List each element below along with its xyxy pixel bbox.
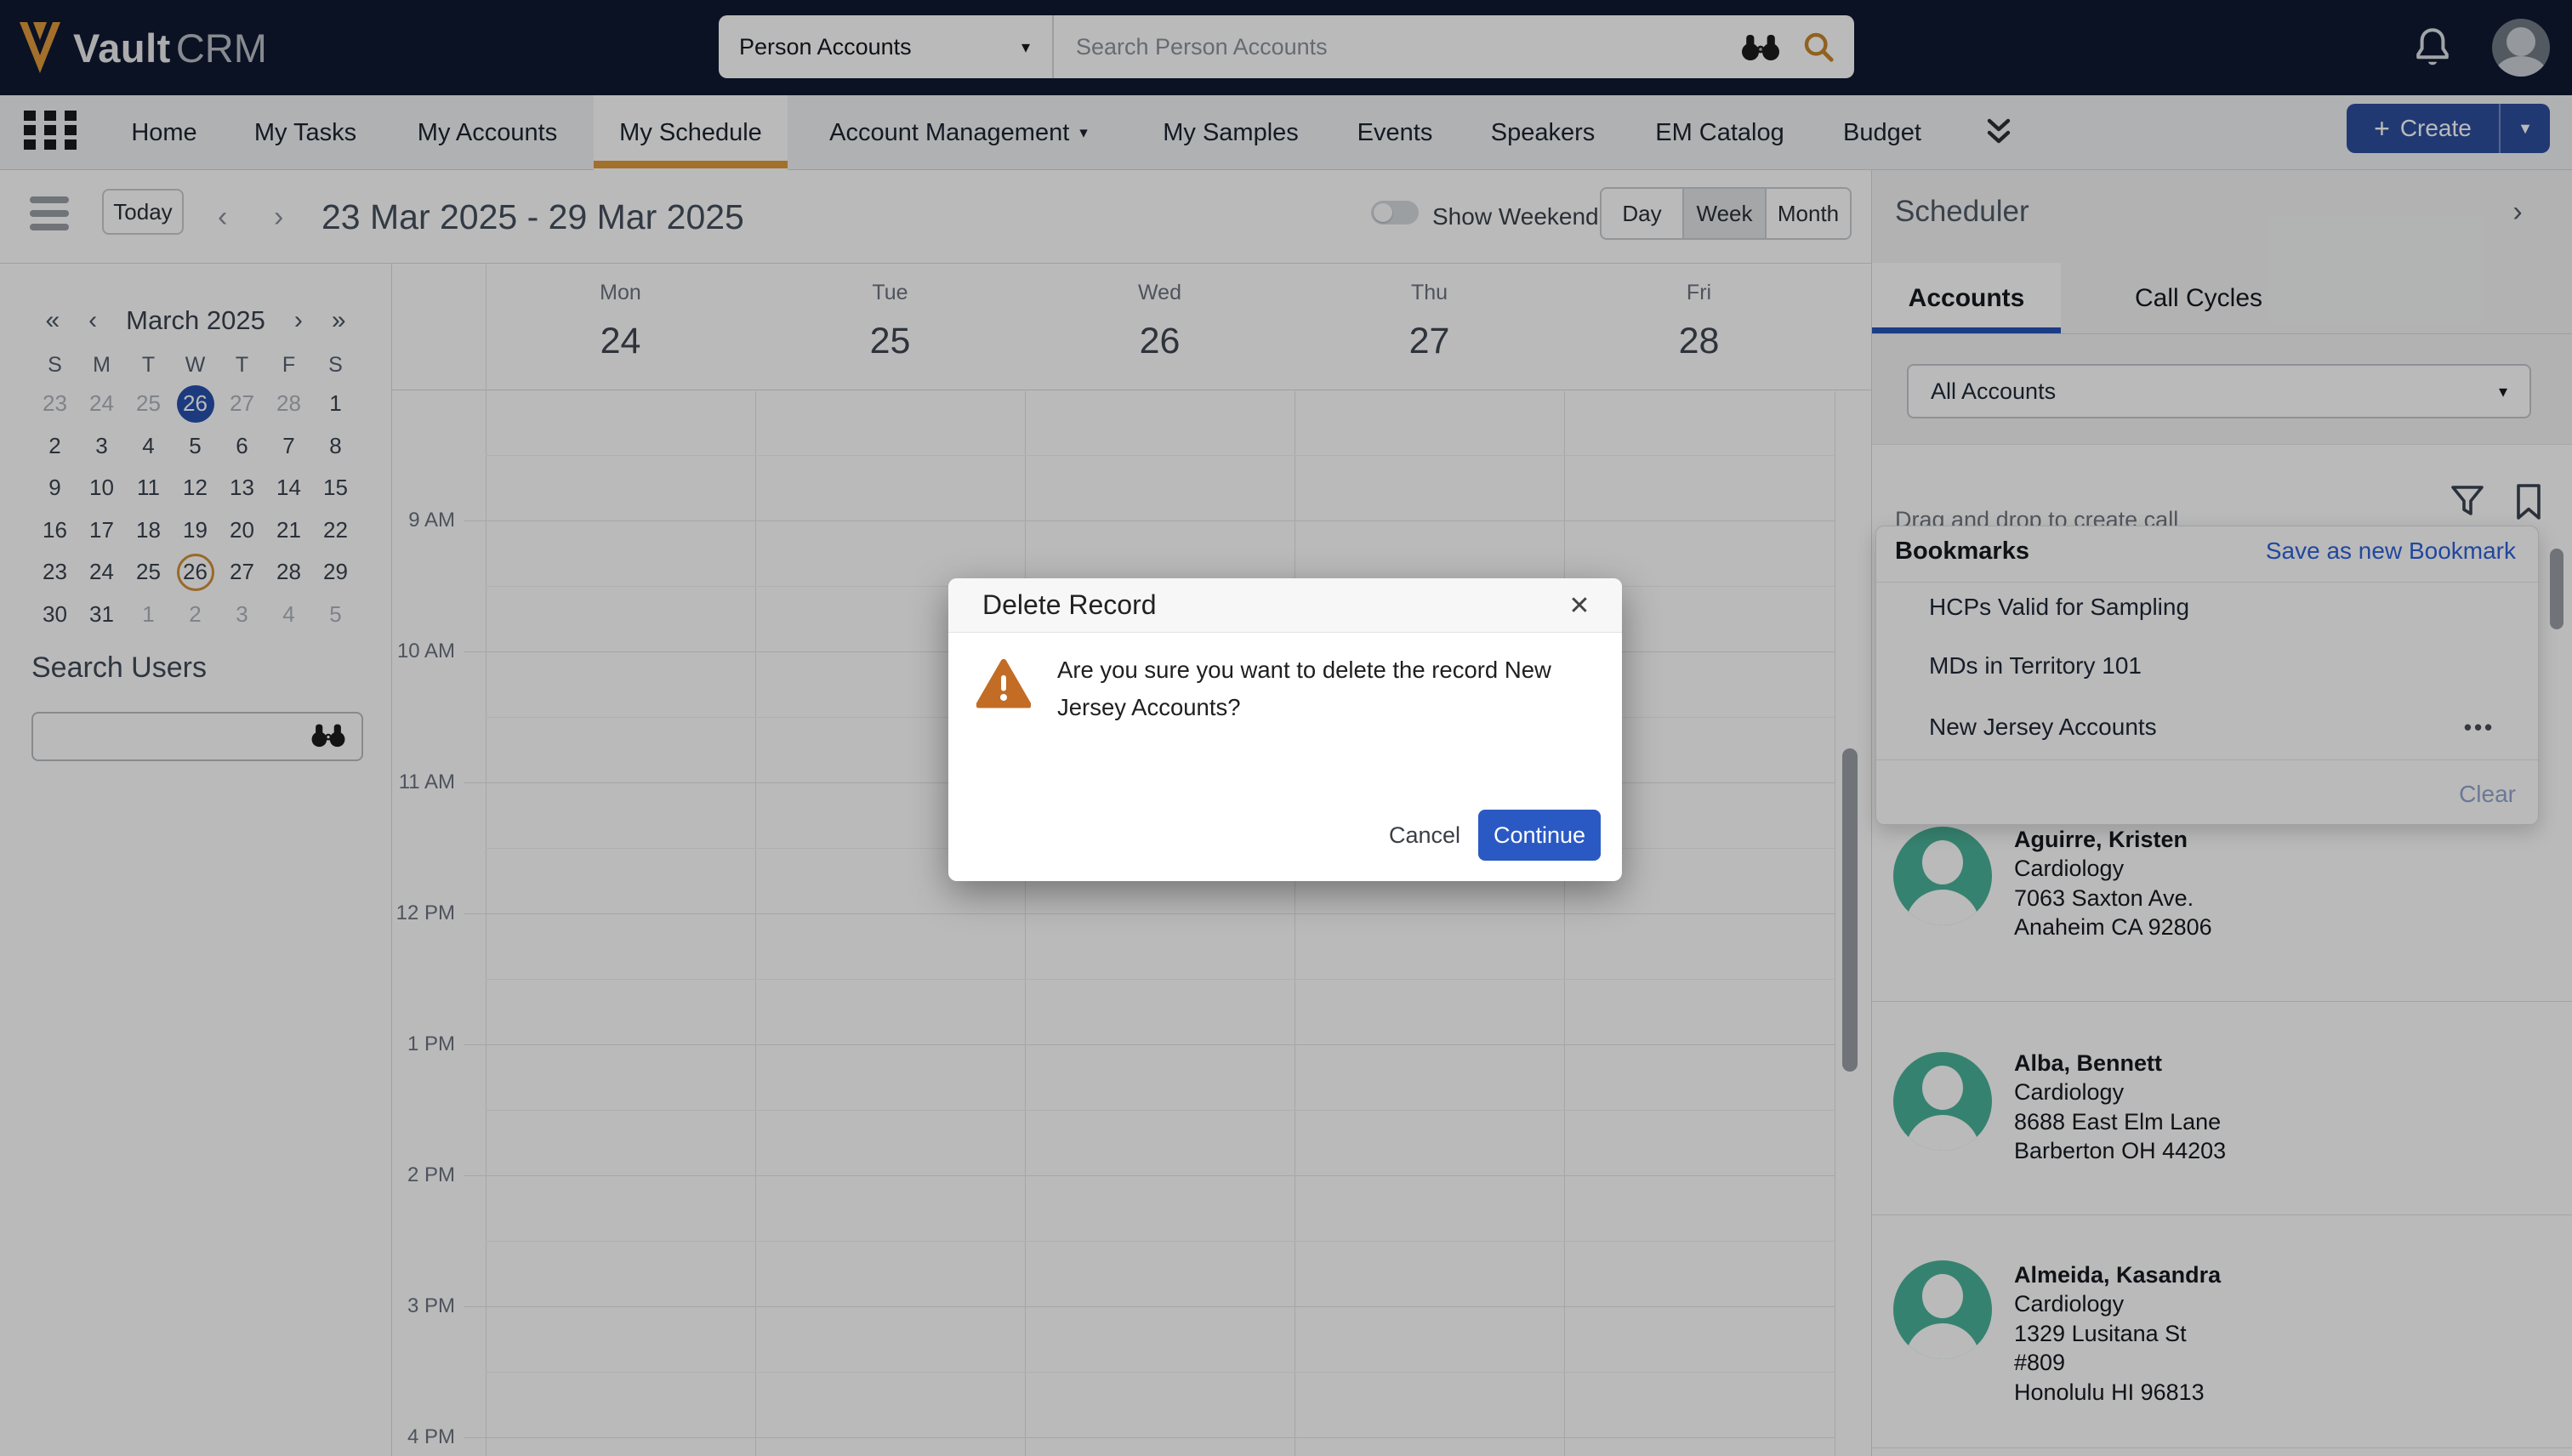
warning-triangle-icon <box>976 658 1031 714</box>
close-icon[interactable]: ✕ <box>1559 578 1600 633</box>
modal-title: Delete Record <box>982 589 1157 621</box>
vault-crm-app: Vault CRM Person Accounts ▾ <box>0 0 2572 1456</box>
confirmation-message: Are you sure you want to delete the reco… <box>1057 651 1614 726</box>
cancel-button[interactable]: Cancel <box>1386 810 1463 861</box>
modal-header: Delete Record <box>948 578 1622 633</box>
continue-button[interactable]: Continue <box>1478 810 1601 861</box>
